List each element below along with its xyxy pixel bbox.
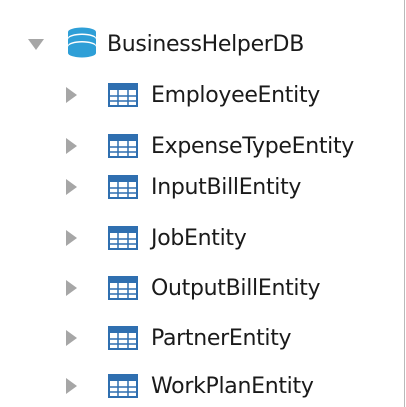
expander-collapsed-icon[interactable] bbox=[66, 179, 77, 195]
table-name: WorkPlanEntity bbox=[151, 373, 314, 399]
table-icon bbox=[108, 226, 138, 250]
tree-node-table[interactable]: WorkPlanEntity bbox=[0, 366, 400, 406]
table-name: OutputBillEntity bbox=[151, 275, 321, 301]
table-icon bbox=[108, 175, 138, 199]
database-tree-view: BusinessHelperDB EmployeeEntity ExpenseT… bbox=[0, 0, 406, 407]
tree-node-table[interactable]: EmployeeEntity bbox=[0, 75, 400, 115]
table-icon bbox=[108, 134, 138, 158]
tree-node-table[interactable]: ExpenseTypeEntity bbox=[0, 126, 400, 166]
tree-node-table[interactable]: JobEntity bbox=[0, 218, 400, 258]
expander-collapsed-icon[interactable] bbox=[66, 138, 77, 154]
table-name: PartnerEntity bbox=[151, 325, 292, 351]
database-icon bbox=[68, 27, 96, 58]
table-name: ExpenseTypeEntity bbox=[151, 133, 355, 159]
expander-expanded-icon[interactable] bbox=[28, 38, 44, 50]
table-icon bbox=[108, 83, 138, 107]
table-icon bbox=[108, 374, 138, 398]
expander-collapsed-icon[interactable] bbox=[66, 330, 77, 346]
table-name: JobEntity bbox=[151, 225, 247, 251]
table-name: InputBillEntity bbox=[151, 174, 302, 200]
tree-node-table[interactable]: OutputBillEntity bbox=[0, 268, 400, 308]
tree-node-database[interactable]: BusinessHelperDB bbox=[0, 24, 400, 64]
expander-collapsed-icon[interactable] bbox=[66, 230, 77, 246]
table-icon bbox=[108, 326, 138, 350]
table-name: EmployeeEntity bbox=[151, 82, 320, 108]
tree-node-table[interactable]: InputBillEntity bbox=[0, 167, 400, 207]
expander-collapsed-icon[interactable] bbox=[66, 87, 77, 103]
database-name: BusinessHelperDB bbox=[107, 31, 304, 57]
tree-node-table[interactable]: PartnerEntity bbox=[0, 318, 400, 358]
expander-collapsed-icon[interactable] bbox=[66, 378, 77, 394]
expander-collapsed-icon[interactable] bbox=[66, 280, 77, 296]
table-icon bbox=[108, 276, 138, 300]
